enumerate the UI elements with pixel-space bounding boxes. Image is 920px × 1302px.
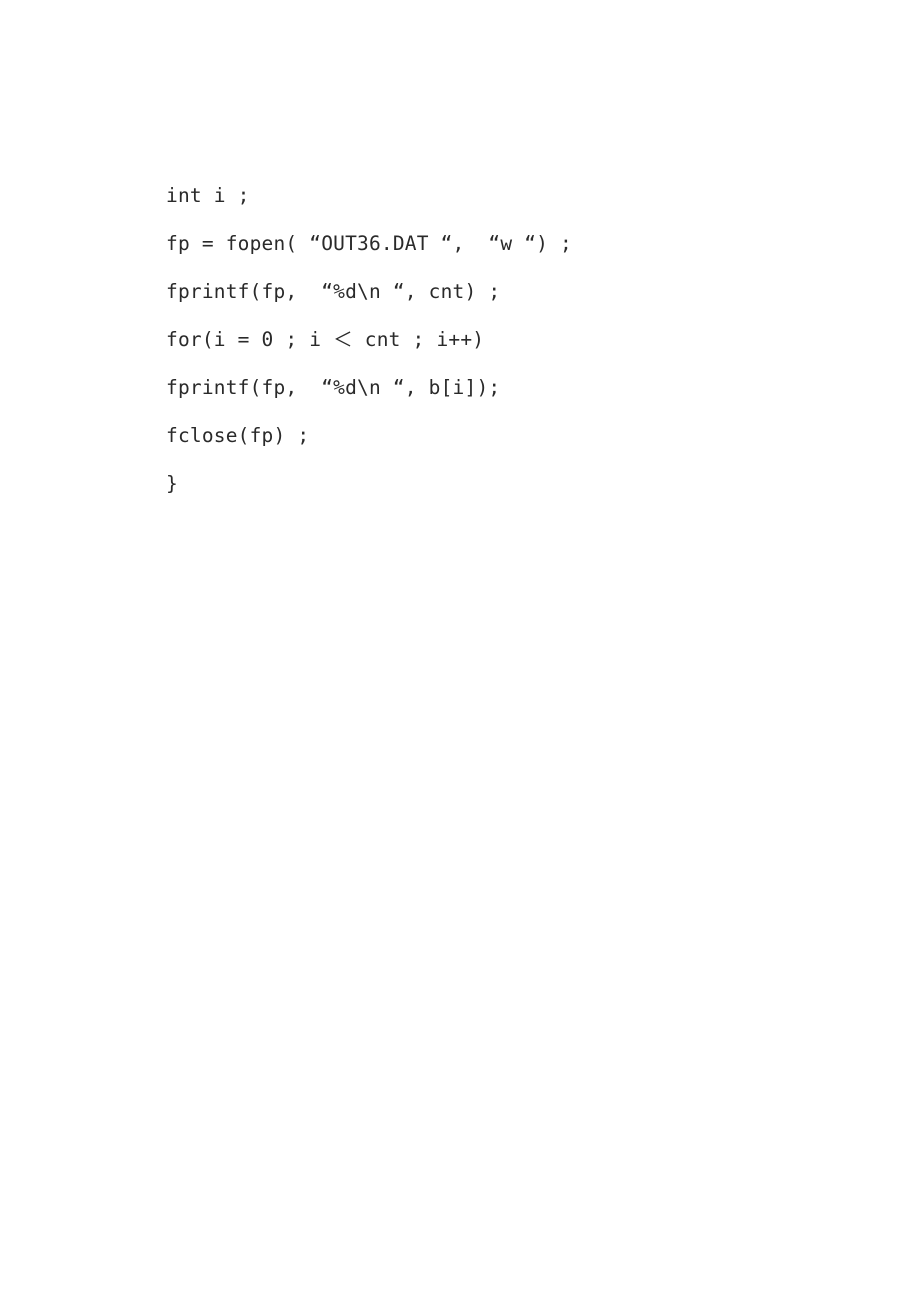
code-line: int i ; xyxy=(166,184,250,207)
code-line: fprintf(fp, “%d\n “, b[i]); xyxy=(166,376,501,399)
code-listing: int i ; fp = fopen( “OUT36.DAT “, “w “) … xyxy=(166,172,766,508)
code-line: fp = fopen( “OUT36.DAT “, “w “) ; xyxy=(166,232,572,255)
code-line: for(i = 0 ; i ＜ cnt ; i++) xyxy=(166,328,485,351)
code-line: } xyxy=(166,472,178,495)
document-page: int i ; fp = fopen( “OUT36.DAT “, “w “) … xyxy=(0,0,920,1302)
code-line: fprintf(fp, “%d\n “, cnt) ; xyxy=(166,280,501,303)
code-line: fclose(fp) ; xyxy=(166,424,310,447)
